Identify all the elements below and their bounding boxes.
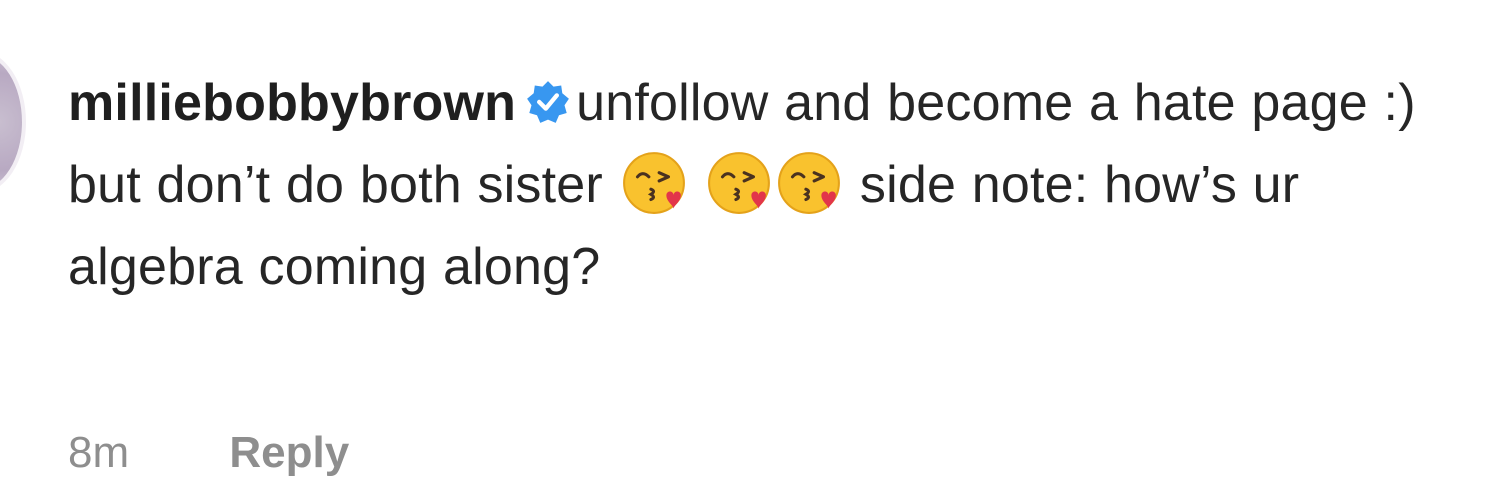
comment: milliebobbybrown unfollow and become a ha… [0,0,1500,500]
comment-meta: 8m Reply [68,428,349,478]
verified-badge-icon [526,80,570,124]
avatar[interactable] [0,55,22,189]
kiss-emoji-icon [706,150,772,216]
username-link[interactable]: milliebobbybrown [68,74,516,132]
timestamp: 8m [68,428,130,477]
kiss-emoji-icon [621,150,687,216]
kiss-emoji-icon [776,150,842,216]
reply-button[interactable]: Reply [229,428,349,478]
comment-body: milliebobbybrown unfollow and become a ha… [68,62,1463,308]
